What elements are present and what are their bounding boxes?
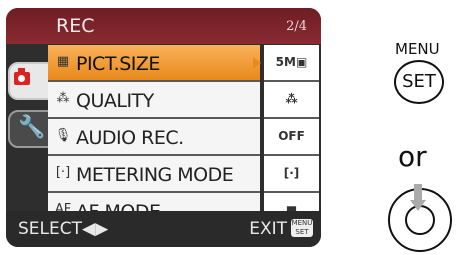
menu-item-metering-mode[interactable]: [·] METERING MODE — [48, 156, 260, 193]
microphone-icon: 🎙 — [54, 128, 72, 143]
or-label: or — [398, 140, 427, 173]
audio-rec-value: OFF — [264, 119, 319, 156]
wrench-icon: 🔧 — [18, 115, 46, 140]
metering-mode-value: [·] — [264, 156, 319, 193]
menu-title: REC — [56, 15, 95, 37]
select-hint: SELECT◀▶ — [18, 219, 109, 239]
menu-item-pict-size[interactable]: ▦ PICT.SIZE — [48, 45, 260, 82]
pict-size-icon: ▦ — [56, 54, 70, 69]
value-column: 5M▣ ⁂ OFF [·] ■ — [264, 45, 319, 230]
camera-icon — [14, 68, 30, 85]
page-indicator: 2/4 — [286, 19, 307, 34]
pict-size-value: 5M▣ — [264, 45, 319, 82]
camera-menu-screen: REC 2/4 🔧 ▦ PICT.SIZE ⁂ QUALITY 🎙 AUDIO … — [6, 8, 321, 247]
menu-item-label: METERING MODE — [76, 164, 234, 186]
menu-item-label: QUALITY — [76, 90, 154, 112]
tab-rec[interactable] — [8, 62, 52, 100]
menu-item-label: PICT.SIZE — [76, 53, 160, 75]
tab-setup[interactable]: 🔧 — [8, 110, 52, 148]
menu-item-label: AUDIO REC. — [76, 127, 184, 149]
menu-button-label: MENU — [395, 40, 440, 58]
selection-arrow-icon — [253, 57, 261, 69]
metering-icon: [·] — [55, 165, 71, 180]
quality-icon: ⁂ — [56, 91, 70, 106]
down-arrow-icon — [410, 184, 426, 214]
menu-header: REC 2/4 — [6, 8, 321, 44]
menu-set-badge: MENU SET — [291, 219, 313, 237]
quality-value: ⁂ — [264, 82, 319, 119]
menu-footer: SELECT◀▶ EXIT MENU SET — [6, 211, 321, 247]
menu-item-audio-rec[interactable]: 🎙 AUDIO REC. — [48, 119, 260, 156]
exit-hint: EXIT — [249, 219, 287, 239]
cursor-button-down[interactable] — [388, 184, 452, 252]
set-button[interactable]: SET — [394, 60, 444, 104]
menu-list: ▦ PICT.SIZE ⁂ QUALITY 🎙 AUDIO REC. [·] M… — [48, 45, 260, 230]
menu-item-quality[interactable]: ⁂ QUALITY — [48, 82, 260, 119]
